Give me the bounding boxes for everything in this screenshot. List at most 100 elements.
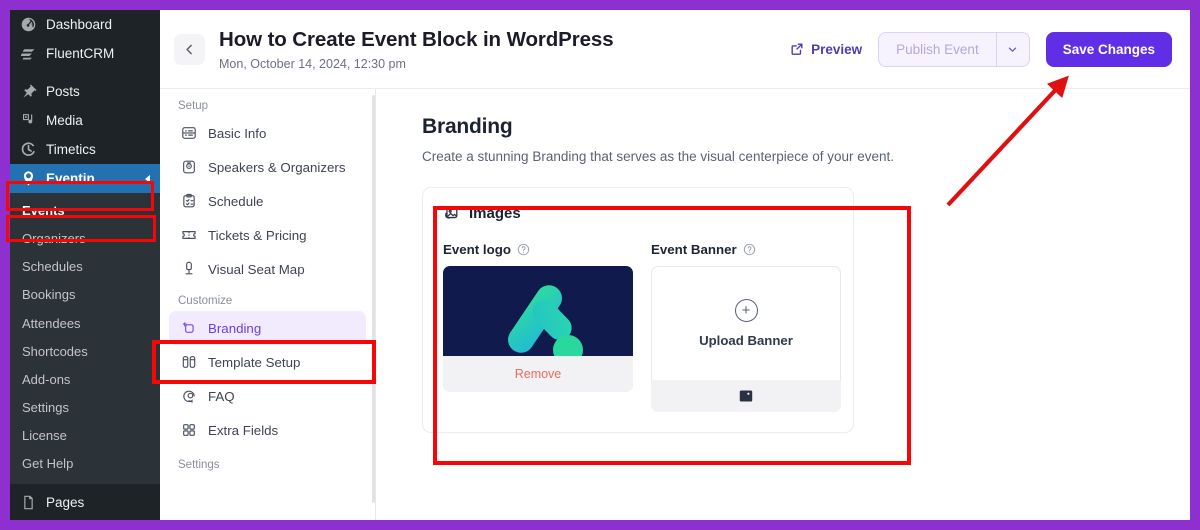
sidebar-item-timetics[interactable]: Timetics bbox=[10, 135, 160, 164]
seatmap-icon bbox=[180, 261, 197, 278]
nav-item-branding[interactable]: Branding bbox=[169, 311, 366, 345]
images-card-heading: Images bbox=[443, 205, 833, 222]
nav-item-faq[interactable]: FAQ bbox=[169, 379, 366, 413]
chevron-right-icon bbox=[145, 174, 150, 183]
app-body: Setup Basic Info Speakers & Organizers S… bbox=[160, 89, 1190, 520]
timetics-icon bbox=[19, 141, 37, 159]
images-card: Images Event logo Remove Event Banner + … bbox=[422, 187, 854, 433]
page-title: How to Create Event Block in WordPress bbox=[219, 28, 614, 52]
nav-item-extra-fields[interactable]: Extra Fields bbox=[169, 413, 366, 447]
nav-item-label: Speakers & Organizers bbox=[208, 159, 346, 175]
nav-item-speakers-organizers[interactable]: Speakers & Organizers bbox=[169, 150, 366, 184]
submenu-item-schedules[interactable]: Schedules bbox=[10, 253, 160, 281]
event-logo-preview-wrap: Remove bbox=[443, 266, 633, 392]
banner-gallery-button[interactable] bbox=[651, 380, 841, 412]
nav-group-customize-label: Customize bbox=[178, 295, 233, 307]
nav-item-schedule[interactable]: Schedule bbox=[169, 184, 366, 218]
submenu-item-settings[interactable]: Settings bbox=[10, 394, 160, 422]
extra-fields-icon bbox=[180, 422, 197, 439]
question-circle-icon[interactable] bbox=[517, 243, 530, 256]
submenu-item-events[interactable]: Events bbox=[10, 197, 160, 225]
nav-item-label: Branding bbox=[208, 320, 262, 336]
nav-item-label: Template Setup bbox=[208, 354, 301, 370]
template-icon bbox=[180, 354, 197, 371]
nav-item-label: Tickets & Pricing bbox=[208, 227, 307, 243]
external-link-icon bbox=[791, 43, 803, 55]
nav-item-template-setup[interactable]: Template Setup bbox=[169, 345, 366, 379]
sidebar-item-label: Posts bbox=[46, 83, 80, 99]
header-titles: How to Create Event Block in WordPress M… bbox=[219, 27, 614, 71]
nav-item-label: FAQ bbox=[208, 388, 235, 404]
event-banner-field: Event Banner + Upload Banner bbox=[651, 242, 841, 412]
header-actions: Preview Publish Event Save Changes bbox=[790, 31, 1172, 67]
sidebar-item-label: Pages bbox=[46, 495, 85, 511]
event-logo-label-row: Event logo bbox=[443, 242, 633, 257]
submenu-item-get-help[interactable]: Get Help bbox=[10, 450, 160, 478]
publish-event-split-button[interactable]: Publish Event bbox=[878, 31, 1030, 67]
branding-title: Branding bbox=[422, 115, 513, 138]
nav-item-visual-seat-map[interactable]: Visual Seat Map bbox=[169, 252, 366, 286]
event-banner-label-row: Event Banner bbox=[651, 242, 841, 257]
sidebar-item-label: FluentCRM bbox=[46, 45, 115, 61]
sidebar-item-label: Timetics bbox=[46, 141, 96, 157]
upload-row: Event logo Remove Event Banner + Upload … bbox=[443, 242, 841, 412]
question-circle-icon[interactable] bbox=[743, 243, 756, 256]
nav-item-basic-info[interactable]: Basic Info bbox=[169, 116, 366, 150]
submenu-item-license[interactable]: License bbox=[10, 422, 160, 450]
sidebar-item-label: Eventin bbox=[46, 170, 95, 186]
nav-item-label: Extra Fields bbox=[208, 422, 279, 438]
fluentcrm-icon bbox=[19, 45, 37, 63]
secondary-nav-scrollbar[interactable] bbox=[372, 95, 375, 503]
sidebar-item-posts[interactable]: Posts bbox=[10, 77, 160, 106]
submenu-item-attendees[interactable]: Attendees bbox=[10, 310, 160, 338]
sidebar-item-comments[interactable]: Comments bbox=[10, 517, 160, 520]
sidebar-item-pages[interactable]: Pages bbox=[10, 488, 160, 517]
wordpress-admin-sidebar: Dashboard FluentCRM Posts Media Timetics… bbox=[10, 10, 160, 520]
ticket-icon bbox=[180, 227, 197, 244]
event-logo-label: Event logo bbox=[443, 242, 511, 257]
save-changes-button[interactable]: Save Changes bbox=[1045, 31, 1172, 67]
image-stack-icon bbox=[443, 205, 460, 222]
screenshot-root: Dashboard FluentCRM Posts Media Timetics… bbox=[0, 0, 1200, 530]
upload-banner-dropzone[interactable]: + Upload Banner bbox=[651, 266, 841, 380]
secondary-nav: Setup Basic Info Speakers & Organizers S… bbox=[160, 89, 376, 520]
preview-label: Preview bbox=[811, 41, 863, 57]
sidebar-item-media[interactable]: Media bbox=[10, 106, 160, 135]
submenu-item-bookings[interactable]: Bookings bbox=[10, 281, 160, 309]
submenu-item-add-ons[interactable]: Add-ons bbox=[10, 366, 160, 394]
media-icon bbox=[19, 112, 37, 130]
nav-item-tickets-pricing[interactable]: Tickets & Pricing bbox=[169, 218, 366, 252]
back-button[interactable] bbox=[174, 33, 205, 65]
eventin-app-panel: How to Create Event Block in WordPress M… bbox=[160, 10, 1190, 520]
basic-info-icon bbox=[180, 125, 197, 142]
remove-logo-button[interactable]: Remove bbox=[443, 356, 633, 392]
images-heading-label: Images bbox=[469, 205, 521, 222]
upload-banner-label: Upload Banner bbox=[699, 333, 793, 348]
event-datetime: Mon, October 14, 2024, 12:30 pm bbox=[219, 56, 406, 71]
dashboard-icon bbox=[19, 16, 37, 34]
eventin-icon bbox=[19, 170, 37, 188]
nav-item-label: Basic Info bbox=[208, 125, 267, 141]
publish-event-button[interactable]: Publish Event bbox=[879, 33, 996, 66]
nav-group-setup-label: Setup bbox=[178, 100, 209, 112]
image-icon bbox=[739, 390, 753, 402]
preview-button[interactable]: Preview bbox=[790, 42, 862, 57]
plus-circle-icon: + bbox=[734, 299, 758, 322]
submenu-item-organizers[interactable]: Organizers bbox=[10, 225, 160, 253]
publish-dropdown-toggle[interactable] bbox=[995, 32, 1029, 66]
faq-icon bbox=[180, 388, 197, 405]
submenu-item-shortcodes[interactable]: Shortcodes bbox=[10, 338, 160, 366]
pages-icon bbox=[19, 494, 37, 512]
chevron-down-icon bbox=[1008, 47, 1017, 52]
sidebar-item-eventin[interactable]: Eventin bbox=[10, 164, 160, 193]
eventin-submenu: Events Organizers Schedules Bookings Att… bbox=[10, 193, 160, 485]
speakers-icon bbox=[180, 159, 197, 176]
sidebar-item-fluentcrm[interactable]: FluentCRM bbox=[10, 39, 160, 68]
event-banner-label: Event Banner bbox=[651, 242, 737, 257]
branding-description: Create a stunning Branding that serves a… bbox=[422, 149, 895, 164]
schedule-icon bbox=[180, 193, 197, 210]
nav-item-label: Schedule bbox=[208, 193, 264, 209]
pin-icon bbox=[19, 83, 37, 101]
chevron-left-icon bbox=[186, 44, 192, 54]
sidebar-item-dashboard[interactable]: Dashboard bbox=[10, 10, 160, 39]
